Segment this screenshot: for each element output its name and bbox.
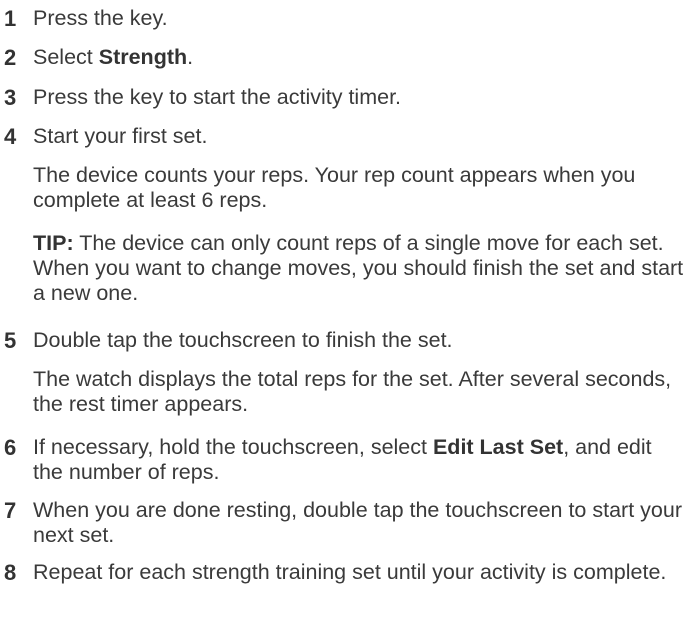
step-number: 7 bbox=[4, 498, 17, 523]
step-text-post: . bbox=[187, 45, 194, 69]
tip-label: TIP: bbox=[33, 231, 74, 255]
step-text: Press the key. bbox=[33, 6, 168, 30]
step-number: 4 bbox=[4, 124, 17, 149]
step-text: Start your first set. bbox=[33, 124, 208, 148]
step-text: Press the key to start the activity time… bbox=[33, 85, 402, 109]
step-8: 8 Repeat for each strength training set … bbox=[0, 560, 690, 610]
step-4-note: The device counts your reps. Your rep co… bbox=[33, 163, 636, 212]
step-number: 3 bbox=[4, 85, 17, 110]
step-3: 3 Press the key to start the activity ti… bbox=[0, 85, 690, 110]
step-text-pre: Select bbox=[33, 45, 99, 69]
step-7: 7 When you are done resting, double tap … bbox=[0, 498, 690, 548]
step-5: 5 Double tap the touchscreen to finish t… bbox=[0, 328, 690, 353]
step-number: 2 bbox=[4, 45, 17, 70]
step-5-note: The watch displays the total reps for th… bbox=[33, 367, 672, 416]
step-text: Repeat for each strength training set un… bbox=[33, 560, 667, 584]
step-text: When you are done resting, double tap th… bbox=[33, 498, 682, 547]
menu-option-edit-last-set: Edit Last Set bbox=[432, 435, 564, 459]
step-1: 1 Press the key. bbox=[0, 6, 690, 31]
menu-option-strength: Strength bbox=[98, 45, 188, 69]
step-text: Double tap the touchscreen to finish the… bbox=[33, 328, 453, 352]
step-4: 4 Start your first set. bbox=[0, 124, 690, 149]
tip-note: TIP: The device can only count reps of a… bbox=[33, 231, 685, 306]
tip-text: The device can only count reps of a sing… bbox=[33, 231, 684, 305]
step-text: If necessary, hold the touchscreen, sele… bbox=[33, 435, 685, 485]
step-text: Select Strength. bbox=[33, 45, 685, 70]
step-text-pre: If necessary, hold the touchscreen, sele… bbox=[33, 435, 433, 459]
step-number: 6 bbox=[4, 435, 17, 460]
step-6: 6 If necessary, hold the touchscreen, se… bbox=[0, 435, 690, 485]
step-number: 1 bbox=[4, 6, 17, 31]
step-2: 2 Select Strength. bbox=[0, 45, 690, 70]
step-number: 8 bbox=[4, 560, 17, 585]
step-number: 5 bbox=[4, 328, 17, 353]
